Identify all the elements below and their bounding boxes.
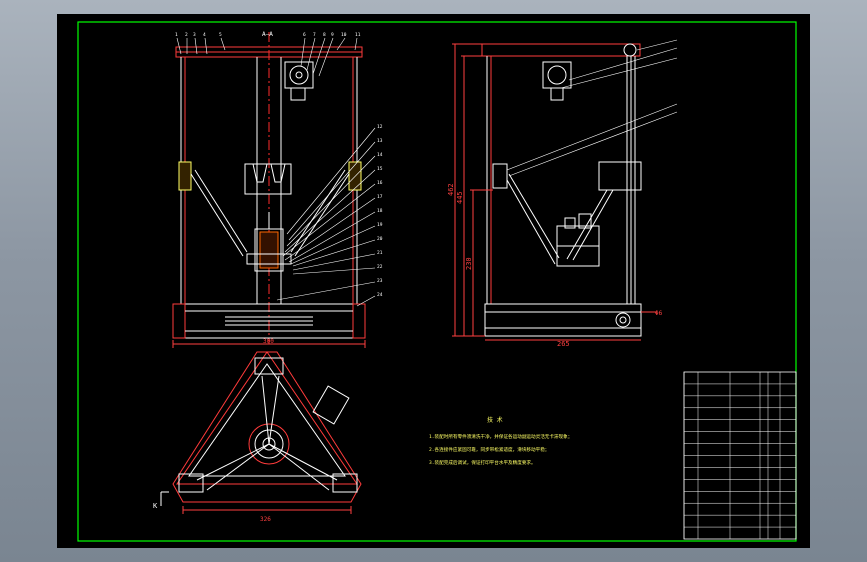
callout-13: 13 (377, 138, 383, 144)
notes-line-3: 3.装配完成后调试，保证打印平台水平及精度要求。 (429, 459, 536, 466)
callout-2: 2 (185, 32, 188, 38)
side-view (452, 39, 678, 341)
callout-8: 8 (323, 32, 326, 38)
callout-12: 12 (377, 124, 383, 130)
side-height-lower: 230 (465, 257, 473, 270)
callout-3: 3 (193, 32, 196, 38)
side-width-dimension: 265 (557, 340, 570, 348)
section-mark: A—A (262, 31, 273, 38)
callout-18: 18 (377, 208, 383, 214)
technical-notes: 技 术 1.装配时所有零件须清洗干净，并保证各运动副运动灵活无卡滞现象； 2.各… (429, 416, 572, 466)
callout-6: 6 (303, 32, 306, 38)
callout-7: 7 (313, 32, 316, 38)
side-height-inner: 445 (456, 191, 464, 204)
callout-1: 1 (175, 32, 178, 38)
title-block (683, 371, 797, 540)
callout-4: 4 (203, 32, 206, 38)
callout-20: 20 (377, 236, 383, 242)
notes-line-2: 2.各连接件应紧固可靠，同步带松紧适度，滑块移动平稳； (429, 446, 549, 453)
cad-viewport[interactable]: A—A 300 1 2 3 4 5 6 7 8 9 10 11 12 13 14… (0, 0, 867, 562)
callout-17: 17 (377, 194, 383, 200)
callout-16: 16 (377, 180, 383, 186)
callout-23: 23 (377, 278, 383, 284)
top-width-dimension: 326 (260, 516, 271, 523)
callout-10: 10 (341, 32, 347, 38)
notes-title: 技 术 (487, 416, 503, 424)
drawing-canvas: A—A 300 1 2 3 4 5 6 7 8 9 10 11 12 13 14… (77, 21, 797, 542)
callout-11: 11 (355, 32, 361, 38)
callout-9: 9 (331, 32, 334, 38)
side-height-total: 462 (447, 183, 455, 196)
callout-22: 22 (377, 264, 383, 270)
side-diameter-dimension: Φ6 (655, 310, 663, 317)
callout-14: 14 (377, 152, 383, 158)
callout-24: 24 (377, 292, 383, 298)
front-view (172, 32, 366, 348)
front-width-dimension: 300 (263, 338, 274, 345)
callout-19: 19 (377, 222, 383, 228)
drawing-sheet: A—A 300 1 2 3 4 5 6 7 8 9 10 11 12 13 14… (57, 14, 810, 548)
callout-15: 15 (377, 166, 383, 172)
notes-line-1: 1.装配时所有零件须清洗干净，并保证各运动副运动灵活无卡滞现象； (429, 433, 572, 440)
view-marker: K (153, 502, 158, 510)
top-view (160, 351, 362, 514)
callout-21: 21 (377, 250, 383, 256)
callout-5: 5 (219, 32, 222, 38)
